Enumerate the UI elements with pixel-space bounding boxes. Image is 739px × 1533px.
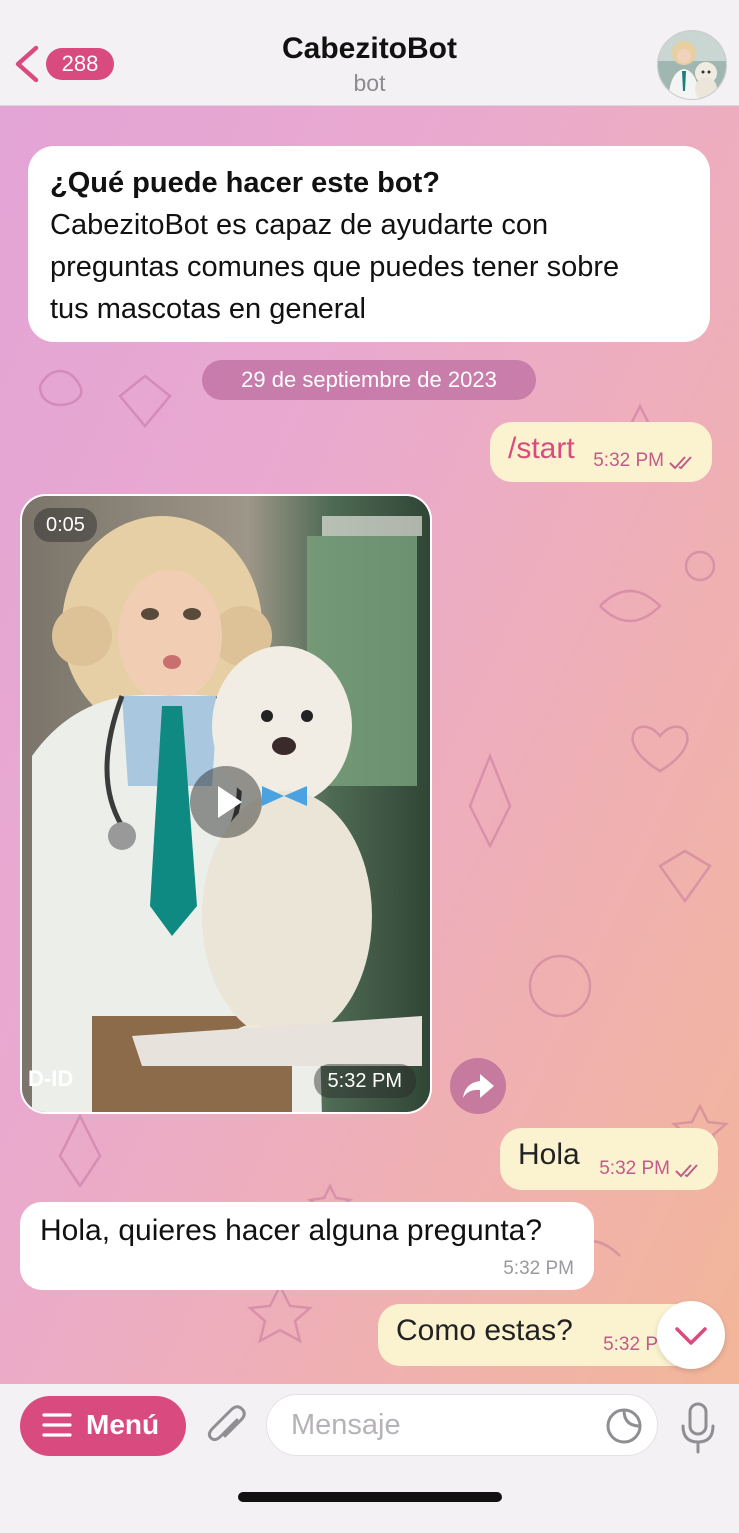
outgoing-message[interactable]: Como estas? 5:32 P: [378, 1304, 678, 1366]
date-separator: 29 de septiembre de 2023: [202, 360, 536, 400]
menu-button[interactable]: Menú: [20, 1396, 186, 1456]
microphone-icon[interactable]: [680, 1402, 716, 1454]
message-placeholder: Mensaje: [291, 1409, 401, 1441]
video-time: 5:32 PM: [313, 1064, 416, 1098]
message-composer: Menú Mensaje: [0, 1384, 739, 1533]
double-check-icon: [675, 1164, 698, 1178]
chat-title[interactable]: CabezitoBot: [0, 32, 739, 66]
play-button[interactable]: [190, 766, 262, 838]
message-input[interactable]: Mensaje: [266, 1394, 658, 1456]
menu-label: Menú: [86, 1409, 160, 1440]
message-text: Hola, quieres hacer alguna pregunta?: [40, 1214, 543, 1247]
bot-info-card: ¿Qué puede hacer este bot? CabezitoBot e…: [28, 146, 710, 342]
double-check-icon: [669, 456, 692, 470]
chevron-down-icon: [675, 1327, 707, 1345]
outgoing-message[interactable]: /start 5:32 PM: [490, 422, 712, 482]
message-text: /start: [508, 432, 575, 465]
paperclip-icon[interactable]: [205, 1402, 249, 1450]
sticker-icon[interactable]: [605, 1407, 643, 1445]
info-card-line: preguntas comunes que puedes tener sobre: [50, 251, 620, 283]
message-time: 5:32 PM: [503, 1258, 574, 1279]
incoming-message[interactable]: Hola, quieres hacer alguna pregunta? 5:3…: [20, 1202, 594, 1290]
info-card-title: ¿Qué puede hacer este bot?: [50, 167, 440, 199]
message-text: Hola: [518, 1138, 580, 1171]
chat-subtitle: bot: [353, 70, 386, 96]
message-time: 5:32 P: [603, 1334, 658, 1355]
video-duration: 0:05: [34, 508, 97, 542]
d-id-watermark: D-ID: [28, 1066, 74, 1091]
outgoing-message[interactable]: Hola 5:32 PM: [500, 1128, 718, 1190]
play-icon: [218, 786, 242, 818]
info-card-line: CabezitoBot es capaz de ayudarte con: [50, 209, 549, 241]
share-arrow-icon: [463, 1074, 494, 1098]
message-text: Como estas?: [396, 1314, 573, 1347]
chat-background[interactable]: ¿Qué puede hacer este bot? CabezitoBot e…: [0, 106, 739, 1384]
chat-header: 288 CabezitoBot bot: [0, 0, 739, 106]
bot-avatar[interactable]: [657, 30, 727, 100]
home-indicator: [238, 1492, 502, 1502]
hamburger-icon: [42, 1413, 72, 1437]
video-message[interactable]: 0:05 D-ID 5:32 PM: [20, 494, 432, 1114]
info-card-line: tus mascotas en general: [50, 293, 366, 325]
message-time: 5:32 PM: [599, 1158, 670, 1179]
message-time: 5:32 PM: [593, 450, 664, 471]
forward-button[interactable]: [450, 1058, 506, 1114]
scroll-down-button[interactable]: [657, 1301, 725, 1369]
